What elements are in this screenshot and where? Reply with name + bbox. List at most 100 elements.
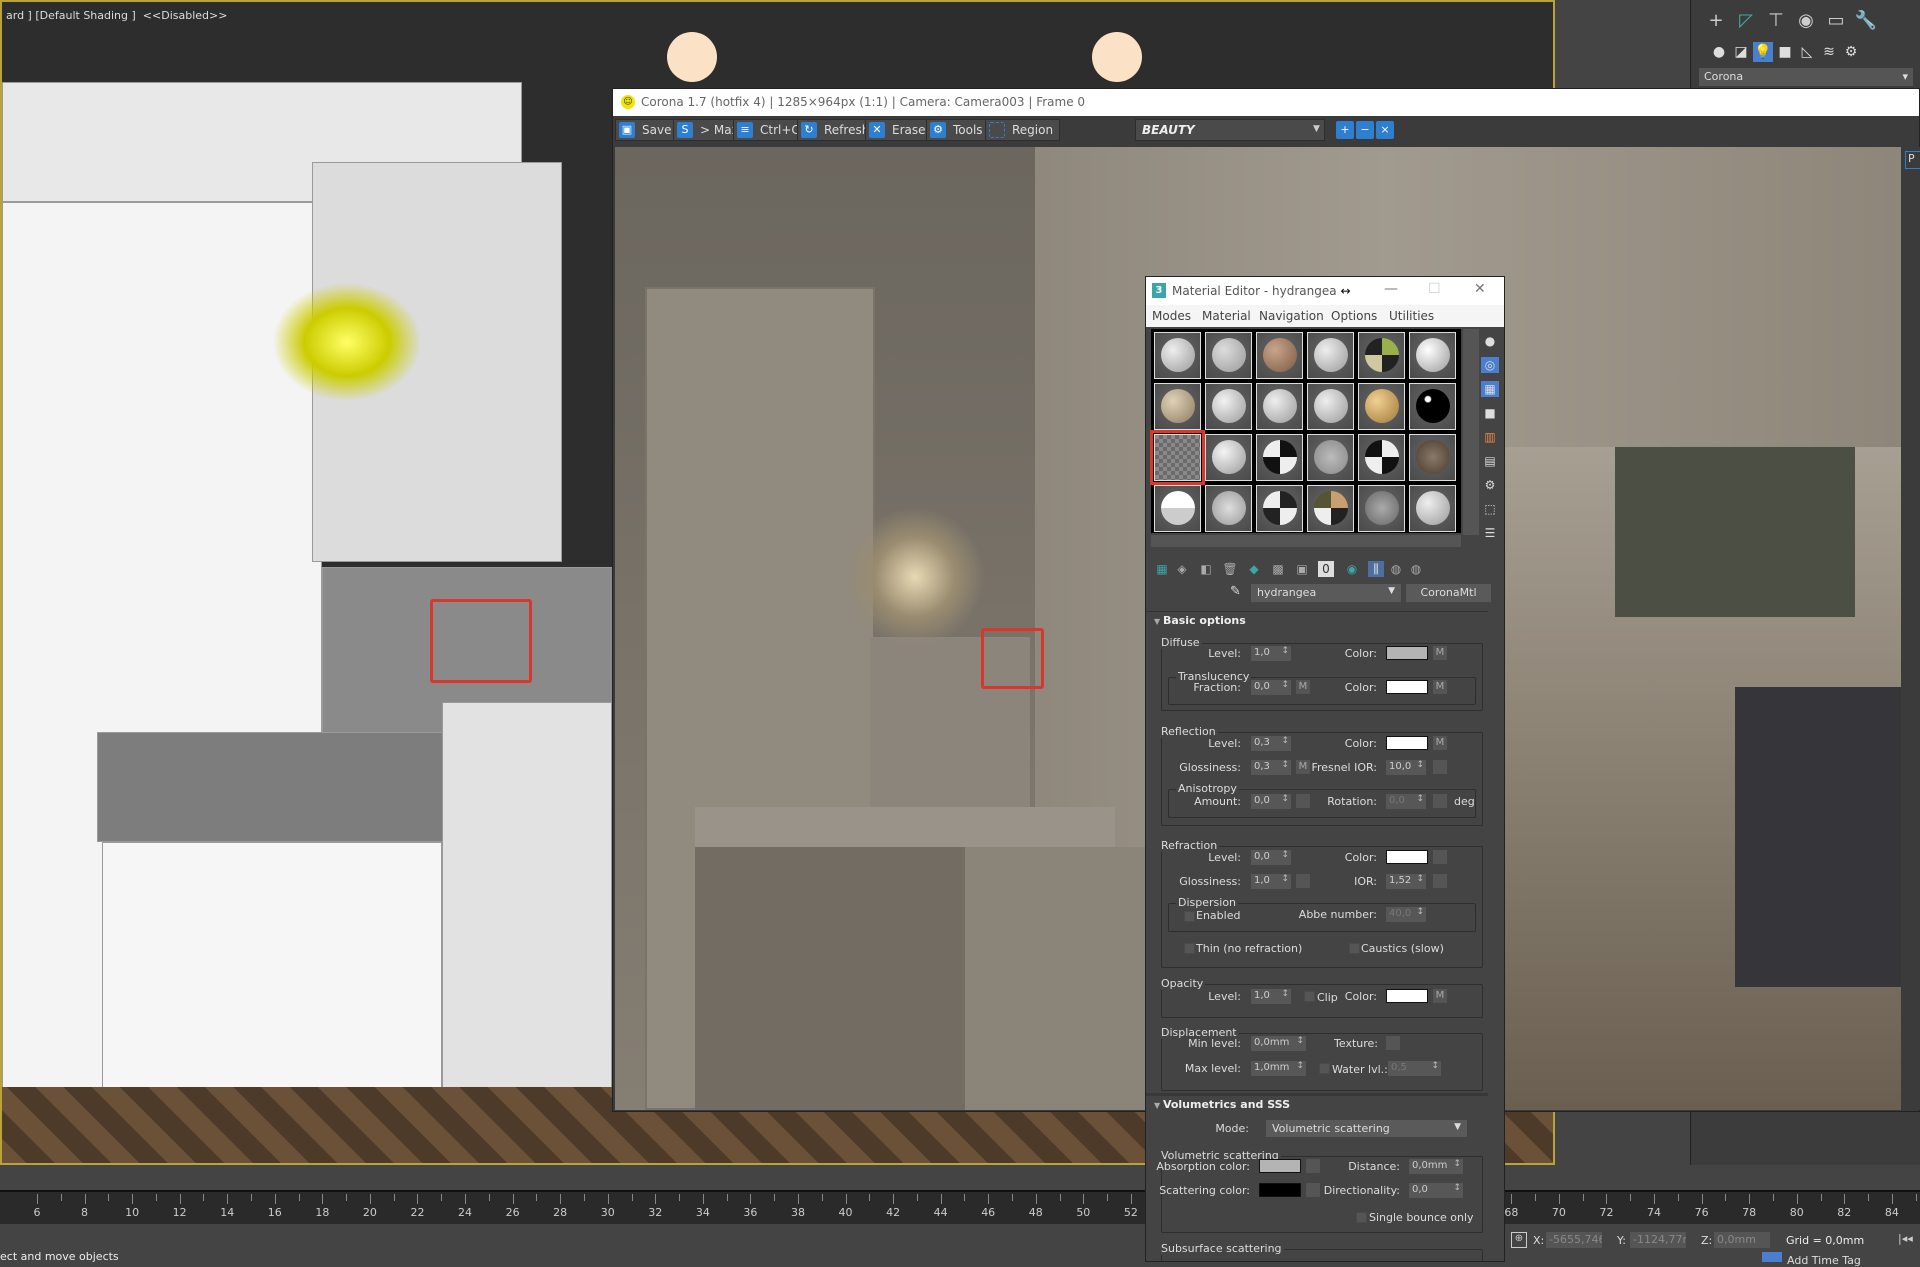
vfb-title-bar[interactable]: Corona 1.7 (hotfix 4) | 1285×964px (1:1)… <box>613 89 1919 116</box>
minimize-icon[interactable]: — <box>1384 281 1398 297</box>
menu-navigation[interactable]: Navigation <box>1259 309 1324 323</box>
translucency-fraction-spinner[interactable]: 0,0 <box>1251 680 1291 695</box>
sample-slot[interactable] <box>1409 485 1456 532</box>
material-id-icon[interactable]: 0 <box>1318 561 1334 577</box>
lights-icon[interactable]: 💡 <box>1753 42 1773 62</box>
menu-modes[interactable]: Modes <box>1152 309 1191 323</box>
options-icon[interactable]: ⚙ <box>1481 477 1499 493</box>
diffuse-map-button[interactable]: M <box>1433 646 1447 660</box>
viewport-label[interactable]: ard ] [Default Shading ] <<Disabled>> <box>6 9 227 22</box>
sample-slot[interactable] <box>1358 485 1405 532</box>
sample-slot[interactable] <box>1205 434 1252 481</box>
opacity-level-spinner[interactable]: 1,0 <box>1251 989 1291 1004</box>
motion-icon[interactable]: ◉ <box>1793 8 1819 34</box>
geometry-icon[interactable]: ● <box>1709 42 1729 62</box>
anisotropy-rotation-spinner[interactable]: 0,0 <box>1386 794 1426 809</box>
basic-options-rollout[interactable]: ▼ Basic options <box>1146 611 1488 629</box>
menu-material[interactable]: Material <box>1202 309 1251 323</box>
sample-slot[interactable] <box>1307 434 1354 481</box>
ior-spinner[interactable]: 1,52 <box>1386 874 1426 889</box>
reflection-glossiness-spinner[interactable]: 0,3 <box>1251 760 1291 775</box>
ior-map-button[interactable] <box>1433 874 1447 888</box>
shapes-icon[interactable]: ◪ <box>1731 42 1751 62</box>
sample-slot[interactable] <box>1205 485 1252 532</box>
create-icon[interactable]: + <box>1703 8 1729 34</box>
slots-horizontal-scrollbar[interactable] <box>1151 535 1461 547</box>
space-warps-icon[interactable]: ≋ <box>1819 42 1839 62</box>
zoom-fit-icon[interactable]: × <box>1376 121 1394 139</box>
displacement-max-spinner[interactable]: 1,0mm <box>1251 1061 1306 1076</box>
absolute-mode-icon[interactable]: ⊕ <box>1511 1232 1527 1248</box>
sample-slot[interactable] <box>1154 485 1201 532</box>
fresnel-map-button[interactable] <box>1433 760 1447 774</box>
sample-slot[interactable] <box>1409 383 1456 430</box>
get-material-icon[interactable]: ▦ <box>1154 561 1170 577</box>
opacity-map-button[interactable]: M <box>1433 989 1447 1003</box>
backlight-icon[interactable]: ◎ <box>1481 357 1499 373</box>
slots-vertical-scrollbar[interactable] <box>1463 329 1479 535</box>
absorption-color-swatch[interactable] <box>1259 1159 1301 1173</box>
show-in-viewport-icon[interactable]: ◉ <box>1344 561 1360 577</box>
sample-slot[interactable] <box>1409 332 1456 379</box>
sample-slot[interactable] <box>1205 332 1252 379</box>
translucency-map-button[interactable]: M <box>1433 680 1447 694</box>
background-icon[interactable]: ▦ <box>1481 381 1499 397</box>
go-forward-icon[interactable]: ◍ <box>1408 561 1424 577</box>
mode-dropdown[interactable]: Volumetric scattering ▼ <box>1266 1120 1467 1137</box>
eyedropper-icon[interactable]: ✎ <box>1230 584 1241 599</box>
refraction-glossiness-spinner[interactable]: 1,0 <box>1251 874 1291 889</box>
erase-button[interactable]: ✕ Erase <box>865 119 933 141</box>
menu-options[interactable]: Options <box>1331 309 1377 323</box>
sample-slot[interactable] <box>1358 332 1405 379</box>
abbe-number-spinner[interactable]: 40,0 <box>1386 907 1426 922</box>
channel-dropdown[interactable]: BEAUTY <box>1135 119 1325 141</box>
x-coordinate-field[interactable]: -5655,746mm <box>1546 1232 1602 1248</box>
scattering-color-swatch[interactable] <box>1259 1183 1301 1197</box>
maximize-icon[interactable]: ☐ <box>1428 281 1441 297</box>
utilities-icon[interactable]: 🔧 <box>1853 8 1879 34</box>
zoom-out-icon[interactable]: − <box>1356 121 1374 139</box>
put-to-scene-icon[interactable]: ◈ <box>1174 561 1190 577</box>
material-map-navigator-icon[interactable]: ☰ <box>1481 525 1499 541</box>
reflection-map-button[interactable]: M <box>1433 736 1447 750</box>
sample-slot[interactable] <box>1154 332 1201 379</box>
thin-checkbox[interactable] <box>1184 943 1195 954</box>
displacement-texture-button[interactable] <box>1386 1036 1400 1050</box>
uv-tiling-icon[interactable]: ■ <box>1481 405 1499 421</box>
sample-slot[interactable] <box>1150 430 1205 485</box>
single-bounce-checkbox[interactable] <box>1356 1212 1367 1223</box>
video-color-check-icon[interactable]: ▥ <box>1481 429 1499 445</box>
anisotropy-amount-spinner[interactable]: 0,0 <box>1251 794 1291 809</box>
select-by-material-icon[interactable]: ⬚ <box>1481 501 1499 517</box>
show-end-result-icon[interactable]: ⫼ <box>1368 561 1384 577</box>
make-preview-icon[interactable]: ▤ <box>1481 453 1499 469</box>
region-button[interactable]: Region <box>985 119 1061 141</box>
opacity-color-swatch[interactable] <box>1386 989 1428 1003</box>
sample-slot[interactable] <box>1307 383 1354 430</box>
sample-type-icon[interactable]: ● <box>1481 333 1499 349</box>
cameras-icon[interactable]: ■ <box>1775 42 1795 62</box>
y-coordinate-field[interactable]: -1124,77mm <box>1630 1232 1686 1248</box>
water-level-spinner[interactable]: 0,5 <box>1388 1061 1441 1076</box>
assign-to-selection-icon[interactable]: ◧ <box>1198 561 1214 577</box>
reflection-color-swatch[interactable] <box>1386 736 1428 750</box>
volumetrics-rollout[interactable]: ▼ Volumetrics and SSS <box>1146 1093 1488 1111</box>
caustics-checkbox[interactable] <box>1349 943 1360 954</box>
refraction-color-swatch[interactable] <box>1386 850 1428 864</box>
timeline-ruler-right[interactable]: 68 70 72 74 76 78 80 82 84 <box>1504 1190 1920 1224</box>
tools-button[interactable]: ⚙ Tools <box>926 119 990 141</box>
refraction-level-spinner[interactable]: 0,0 <box>1251 850 1291 865</box>
sample-slot[interactable] <box>1205 383 1252 430</box>
save-icon[interactable]: ▣ <box>1294 561 1310 577</box>
me-title-bar[interactable]: Material Editor - hydrangea ↔ <box>1146 277 1504 305</box>
save-button[interactable]: ▣ Save <box>615 119 679 141</box>
diffuse-level-spinner[interactable]: 1,0 <box>1251 646 1291 661</box>
rotation-map-button[interactable] <box>1433 794 1447 808</box>
water-level-checkbox[interactable] <box>1319 1063 1330 1074</box>
sample-slot[interactable] <box>1256 383 1303 430</box>
z-coordinate-field[interactable]: 0,0mm <box>1714 1232 1770 1248</box>
sample-slot[interactable] <box>1256 332 1303 379</box>
dispersion-enabled-checkbox[interactable] <box>1184 911 1195 922</box>
material-name-dropdown[interactable]: hydrangea ▼ <box>1251 584 1401 602</box>
category-dropdown[interactable]: Corona ▾ <box>1699 68 1913 86</box>
